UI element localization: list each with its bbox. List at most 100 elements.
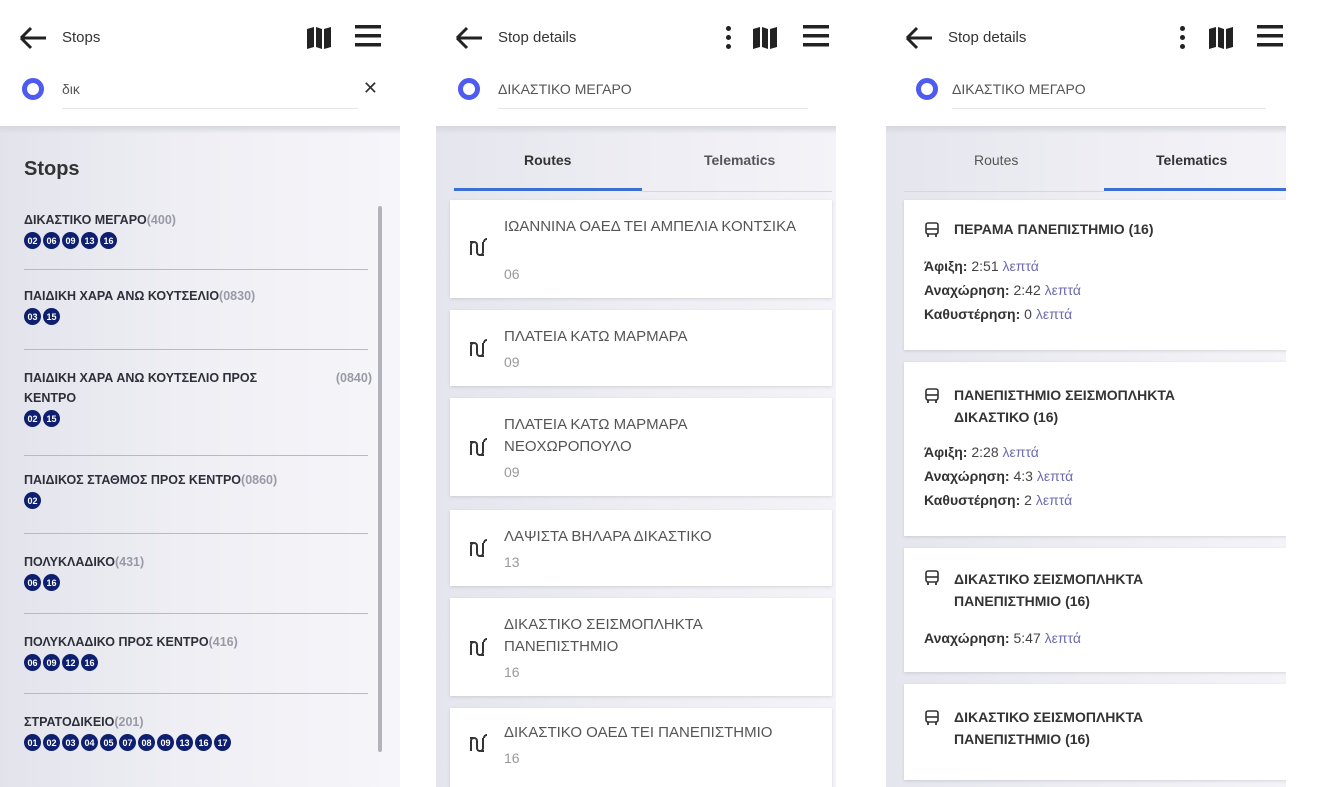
route-card[interactable]: ΙΩΑΝΝΙΝΑ ΟΑΕΔ ΤΕΙ ΑΜΠΕΛΙΑ ΚΟΝΤΣΙΚΑ 06 xyxy=(450,200,832,298)
route-icon xyxy=(470,539,488,557)
line-badges: 02 06 09 13 16 xyxy=(24,232,368,249)
hamburger-menu-icon[interactable] xyxy=(354,22,382,50)
tab-divider xyxy=(904,191,1104,192)
route-code: 16 xyxy=(504,750,520,766)
divider xyxy=(24,613,368,614)
line-badge: 15 xyxy=(43,410,60,427)
stop-name-row: ΠΑΙΔΙΚΗ ΧΑΡΑ ΑΝΩ ΚΟΥΤΣΕΛΙΟ(0830) xyxy=(24,286,368,306)
divider xyxy=(24,533,368,534)
route-icon xyxy=(470,238,488,256)
divider xyxy=(24,693,368,694)
divider xyxy=(24,349,368,350)
unit: λεπτά xyxy=(1035,306,1073,322)
tab-routes[interactable]: Routes xyxy=(524,152,571,168)
stop-item[interactable]: ΣΤΡΑΤΟΔΙΚΕΙΟ(201) 01 02 03 04 05 07 08 0… xyxy=(24,712,368,762)
stop-name: ΠΟΛΥΚΛΑΔΙΚΟ ΠΡΟΣ ΚΕΝΤΡΟ xyxy=(24,635,209,649)
route-card[interactable]: ΔΙΚΑΣΤΙΚΟ ΣΕΙΣΜΟΠΛΗΚΤΑ ΠΑΝΕΠΙΣΤΗΜΙΟ 16 xyxy=(450,598,832,696)
header-shadow xyxy=(886,126,1286,134)
stops-list-title: Stops xyxy=(24,158,80,180)
line-badge: 12 xyxy=(62,654,79,671)
search-input[interactable]: δικ xyxy=(62,81,80,97)
route-name: ΙΩΑΝΝΙΝΑ ΟΑΕΔ ΤΕΙ ΑΜΠΕΛΙΑ ΚΟΝΤΣΙΚΑ xyxy=(504,218,797,235)
departure-row: Αναχώρηση: 4:3 λεπτά xyxy=(924,468,1073,484)
route-card[interactable]: ΠΛΑΤΕΙΑ ΚΑΤΩ ΜΑΡΜΑΡΑ 09 xyxy=(450,310,832,386)
line-badge: 02 xyxy=(43,734,60,751)
header-shadow xyxy=(0,126,400,134)
departure-value: 2:42 xyxy=(1013,282,1041,298)
route-icon xyxy=(470,734,488,752)
stop-item[interactable]: ΠΑΙΔΙΚΗ ΧΑΡΑ ΑΝΩ ΚΟΥΤΣΕΛΙΟ(0830) 03 15 xyxy=(24,286,368,350)
stop-code: (416) xyxy=(208,635,238,649)
line-badge: 07 xyxy=(119,734,136,751)
app-header: Stop details ΔΙΚΑΣΤΙΚΟ ΜΕΓΑΡΟ xyxy=(436,0,836,126)
delay-label: Καθυστέρηση: xyxy=(924,492,1021,508)
line-badge: 03 xyxy=(24,308,41,325)
clear-search-icon[interactable]: ✕ xyxy=(363,78,378,99)
bus-icon xyxy=(925,222,939,237)
route-card[interactable]: ΠΛΑΤΕΙΑ ΚΑΤΩ ΜΑΡΜΑΡΑ ΝΕΟΧΩΡΟΠΟΥΛΟ 09 xyxy=(450,398,832,496)
stop-name-underline xyxy=(952,108,1266,109)
line-badge: 15 xyxy=(43,308,60,325)
stop-name-row: ΠΟΛΥΚΛΑΔΙΚΟ ΠΡΟΣ ΚΕΝΤΡΟ(416) xyxy=(24,632,368,652)
active-tab-indicator xyxy=(454,188,642,191)
tab-telematics[interactable]: Telematics xyxy=(1156,152,1227,168)
stop-name: ΠΑΙΔΙΚΟΣ ΣΤΑΘΜΟΣ ΠΡΟΣ ΚΕΝΤΡΟ xyxy=(24,473,242,487)
line-badge: 09 xyxy=(62,232,79,249)
line-badge: 06 xyxy=(24,574,41,591)
tab-routes[interactable]: Routes xyxy=(974,152,1018,168)
delay-value: 2 xyxy=(1024,492,1032,508)
telematics-card[interactable]: ΠΑΝΕΠΙΣΤΗΜΙΟ ΣΕΙΣΜΟΠΛΗΚΤΑ ΔΙΚΑΣΤΙΚΟ (16)… xyxy=(904,362,1286,536)
more-vertical-icon[interactable] xyxy=(723,24,733,50)
line-badges: 01 02 03 04 05 07 08 09 13 16 17 xyxy=(24,734,368,751)
toolbar: Stops xyxy=(0,18,400,58)
hamburger-menu-icon[interactable] xyxy=(1256,22,1284,50)
stop-name: ΔΙΚΑΣΤΙΚΟ ΜΕΓΑΡΟ xyxy=(498,81,632,97)
route-code: 09 xyxy=(504,354,520,370)
stop-name-row: ΔΙΚΑΣΤΙΚΟ ΜΕΓΑΡΟ(400) xyxy=(24,210,368,230)
stop-item[interactable]: ΠΑΙΔΙΚΗ ΧΑΡΑ ΑΝΩ ΚΟΥΤΣΕΛΙΟ ΠΡΟΣ ΚΕΝΤΡΟ (… xyxy=(24,368,372,456)
tab-telematics[interactable]: Telematics xyxy=(704,152,775,168)
route-card[interactable]: ΛΑΨΙΣΤΑ ΒΗΛΑΡΑ ΔΙΚΑΣΤΙΚΟ 13 xyxy=(450,510,832,586)
stop-item[interactable]: ΔΙΚΑΣΤΙΚΟ ΜΕΓΑΡΟ(400) 02 06 09 13 16 xyxy=(24,210,368,270)
tab-content: Routes Telematics ΠΕΡΑΜΑ ΠΑΝΕΠΙΣΤΗΜΙΟ (1… xyxy=(886,126,1286,787)
scrollbar[interactable] xyxy=(378,206,382,752)
telematics-card[interactable]: ΠΕΡΑΜΑ ΠΑΝΕΠΙΣΤΗΜΙΟ (16) Άφιξη: 2:51 λεπ… xyxy=(904,200,1286,350)
delay-value: 0 xyxy=(1024,306,1032,322)
route-card[interactable]: ΔΙΚΑΣΤΙΚΟ ΟΑΕΔ ΤΕΙ ΠΑΝΕΠΙΣΤΗΜΙΟ 16 xyxy=(450,708,832,787)
telematics-card[interactable]: ΔΙΚΑΣΤΙΚΟ ΣΕΙΣΜΟΠΛΗΚΤΑ ΠΑΝΕΠΙΣΤΗΜΙΟ (16)… xyxy=(904,548,1286,672)
arrival-label: Άφιξη: xyxy=(924,258,968,274)
location-ring-icon xyxy=(458,78,480,100)
more-vertical-icon[interactable] xyxy=(1177,24,1187,50)
divider xyxy=(24,269,368,270)
stop-code: (431) xyxy=(114,555,145,569)
hamburger-menu-icon[interactable] xyxy=(802,22,830,50)
map-icon[interactable] xyxy=(306,26,332,50)
stop-name: ΠΑΙΔΙΚΗ ΧΑΡΑ ΑΝΩ ΚΟΥΤΣΕΛΙΟ xyxy=(24,289,220,303)
route-icon xyxy=(470,339,488,357)
line-badges: 06 09 12 16 xyxy=(24,654,368,671)
route-title: ΔΙΚΑΣΤΙΚΟ ΣΕΙΣΜΟΠΛΗΚΤΑ ΠΑΝΕΠΙΣΤΗΜΙΟ (16) xyxy=(954,709,1144,747)
stop-item[interactable]: ΠΑΙΔΙΚΟΣ ΣΤΑΘΜΟΣ ΠΡΟΣ ΚΕΝΤΡΟ(0860) 02 xyxy=(24,470,368,534)
map-icon[interactable] xyxy=(752,26,778,50)
stop-name-row: ΠΑΙΔΙΚΗ ΧΑΡΑ ΑΝΩ ΚΟΥΤΣΕΛΙΟ ΠΡΟΣ ΚΕΝΤΡΟ xyxy=(24,368,294,408)
back-arrow-icon[interactable] xyxy=(454,24,484,52)
back-arrow-icon[interactable] xyxy=(904,24,934,52)
location-ring-icon xyxy=(916,78,938,100)
stop-item[interactable]: ΠΟΛΥΚΛΑΔΙΚΟ(431) 06 16 xyxy=(24,552,368,614)
map-icon[interactable] xyxy=(1208,26,1234,50)
unit: λεπτά xyxy=(1002,258,1039,274)
delay-row: Καθυστέρηση: 2 λεπτά xyxy=(924,492,1072,508)
stop-name: ΣΤΡΑΤΟΔΙΚΕΙΟ xyxy=(24,715,115,729)
toolbar: Stop details xyxy=(886,18,1286,58)
delay-label: Καθυστέρηση: xyxy=(924,306,1021,322)
route-code: 09 xyxy=(504,464,520,480)
page-title: Stop details xyxy=(498,29,577,46)
stop-item[interactable]: ΠΟΛΥΚΛΑΔΙΚΟ ΠΡΟΣ ΚΕΝΤΡΟ(416) 06 09 12 16 xyxy=(24,632,368,694)
back-arrow-icon[interactable] xyxy=(18,24,48,52)
stop-name-row: ΣΤΡΑΤΟΔΙΚΕΙΟ(201) xyxy=(24,712,368,732)
page-title: Stops xyxy=(62,29,101,46)
line-badges: 06 16 xyxy=(24,574,368,591)
arrival-value: 2:51 xyxy=(971,258,999,274)
route-title: ΠΑΝΕΠΙΣΤΗΜΙΟ ΣΕΙΣΜΟΠΛΗΚΤΑ ΔΙΚΑΣΤΙΚΟ (16) xyxy=(954,387,1175,425)
telematics-card[interactable]: ΔΙΚΑΣΤΙΚΟ ΣΕΙΣΜΟΠΛΗΚΤΑ ΠΑΝΕΠΙΣΤΗΜΙΟ (16) xyxy=(904,684,1286,780)
